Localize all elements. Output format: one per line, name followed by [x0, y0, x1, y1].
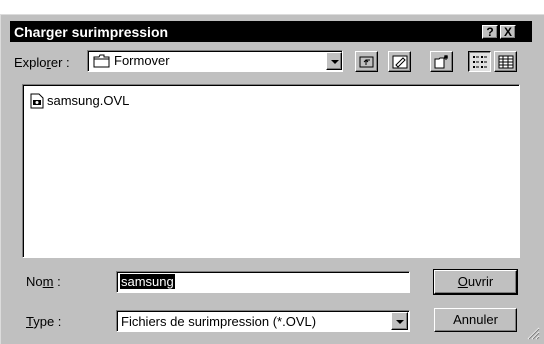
filetype-value: Fichiers de surimpression (*.OVL)	[121, 314, 317, 329]
new-folder-icon	[434, 54, 450, 72]
close-button[interactable]: X	[500, 25, 516, 39]
up-folder-icon	[359, 55, 375, 72]
list-view-icon	[472, 55, 488, 72]
open-button[interactable]: Ouvrir	[433, 269, 518, 295]
lookin-value: Formover	[114, 53, 170, 68]
details-view-icon	[498, 55, 514, 72]
filename-value: samsung	[120, 274, 175, 289]
details-view-button[interactable]	[494, 51, 517, 72]
chevron-down-icon	[396, 320, 404, 324]
desktop-button[interactable]	[388, 51, 411, 72]
lookin-label: Explorer :	[14, 55, 70, 70]
desktop-icon	[392, 55, 408, 72]
folder-icon	[93, 54, 111, 68]
filetype-dropdown-button[interactable]	[391, 312, 408, 330]
file-name: samsung.OVL	[47, 93, 130, 108]
list-view-button[interactable]	[468, 51, 491, 72]
dialog-title: Charger surimpression	[14, 24, 169, 40]
file-icon	[30, 93, 44, 109]
up-one-level-button[interactable]	[355, 51, 378, 72]
filename-label: Nom :	[26, 274, 61, 289]
filetype-select[interactable]: Fichiers de surimpression (*.OVL)	[116, 310, 410, 332]
chevron-down-icon	[331, 60, 339, 64]
filename-input[interactable]: samsung	[116, 271, 410, 293]
file-list[interactable]: samsung.OVL	[22, 84, 520, 258]
help-button[interactable]: ?	[482, 25, 498, 39]
filetype-label: Type :	[26, 314, 62, 329]
cancel-button[interactable]: Annuler	[434, 308, 517, 332]
new-folder-button[interactable]	[430, 51, 453, 72]
resize-grip-icon[interactable]	[526, 326, 540, 340]
lookin-combo[interactable]: Formover	[87, 50, 343, 72]
filename-selected-text: samsung	[120, 274, 175, 289]
lookin-dropdown-button[interactable]	[326, 52, 342, 70]
